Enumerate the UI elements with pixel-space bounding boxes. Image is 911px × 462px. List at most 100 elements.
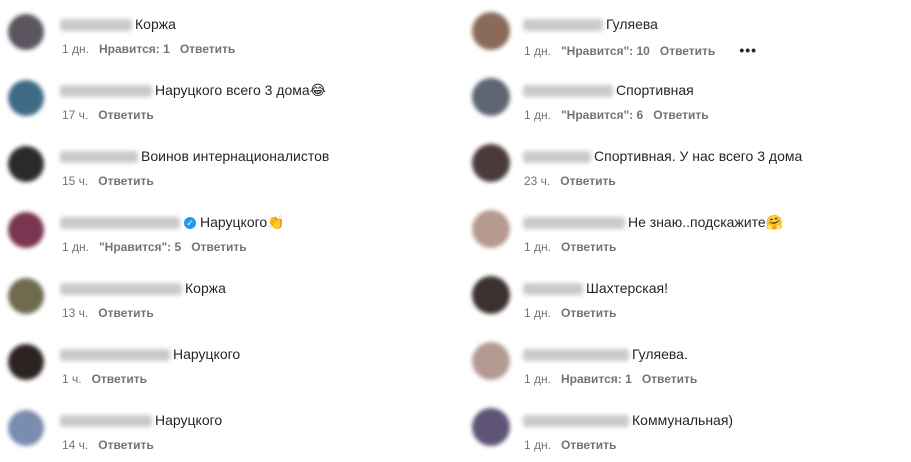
- comment-line: Спортивная. У нас всего 3 дома: [523, 147, 802, 165]
- username-blurred[interactable]: [60, 151, 138, 164]
- comment-line: Воинов интернационалистов: [60, 147, 329, 165]
- comment-text: Спортивная. У нас всего 3 дома: [594, 148, 803, 164]
- comment-item: Наруцкого всего 3 дома😂 17 ч. Ответить: [0, 72, 440, 132]
- username-blurred[interactable]: [523, 19, 603, 32]
- comment-meta: 1 дн. "Нравится": 5 Ответить: [62, 240, 257, 254]
- reply-button[interactable]: Ответить: [660, 44, 715, 58]
- reply-button[interactable]: Ответить: [653, 108, 708, 122]
- comment-line: Коммунальная): [523, 411, 733, 429]
- username-blurred[interactable]: [60, 415, 152, 428]
- likes-count[interactable]: Нравится: 1: [99, 42, 170, 56]
- comment-item: Гуляева. 1 дн. Нравится: 1 Ответить: [462, 336, 902, 396]
- username-blurred[interactable]: [523, 85, 613, 98]
- comment-text: Гуляева: [606, 16, 658, 32]
- reply-button[interactable]: Ответить: [98, 306, 153, 320]
- comment-line: Спортивная: [523, 81, 694, 99]
- reply-button[interactable]: Ответить: [98, 108, 153, 122]
- avatar[interactable]: [472, 276, 510, 314]
- comment-time[interactable]: 1 ч.: [62, 372, 82, 386]
- reply-button[interactable]: Ответить: [98, 174, 153, 188]
- comment-line: Коржа: [60, 279, 226, 297]
- username-blurred[interactable]: [523, 349, 629, 362]
- comment-text: Наруцкого: [155, 412, 223, 428]
- comment-item: Коржа 1 дн. Нравится: 1 Ответить: [0, 6, 440, 66]
- comment-text: Воинов интернационалистов: [141, 148, 330, 164]
- avatar[interactable]: [8, 344, 44, 380]
- username-blurred[interactable]: [60, 349, 170, 362]
- likes-count[interactable]: "Нравится": 6: [561, 108, 643, 122]
- comment-meta: 1 дн. Ответить: [524, 438, 626, 452]
- comment-time[interactable]: 1 дн.: [524, 44, 551, 58]
- comment-item: Гуляева 1 дн. "Нравится": 10 Ответить •••: [462, 6, 902, 66]
- comment-text: Наруцкого всего 3 дома😂: [155, 82, 327, 98]
- avatar[interactable]: [8, 278, 44, 314]
- comment-time[interactable]: 1 дн.: [62, 42, 89, 56]
- comment-meta: 1 дн. Ответить: [524, 306, 626, 320]
- username-blurred[interactable]: [60, 85, 152, 98]
- avatar[interactable]: [8, 14, 44, 50]
- comment-time[interactable]: 13 ч.: [62, 306, 88, 320]
- more-options-icon[interactable]: •••: [739, 42, 757, 58]
- comment-text: Наруцкого: [173, 346, 241, 362]
- username-blurred[interactable]: [523, 415, 629, 428]
- comment-time[interactable]: 1 дн.: [524, 438, 551, 452]
- verified-badge-icon: ✓: [184, 217, 196, 230]
- comment-time[interactable]: 1 дн.: [524, 240, 551, 254]
- reply-button[interactable]: Ответить: [561, 306, 616, 320]
- comment-line: Не знаю..подскажите🤗: [523, 213, 783, 231]
- comment-time[interactable]: 1 дн.: [524, 372, 551, 386]
- username-blurred[interactable]: [60, 283, 182, 296]
- avatar[interactable]: [8, 410, 44, 446]
- comment-line: ✓ Наруцкого👏: [60, 213, 285, 231]
- avatar[interactable]: [472, 408, 510, 446]
- comment-time[interactable]: 15 ч.: [62, 174, 88, 188]
- comment-time[interactable]: 1 дн.: [524, 108, 551, 122]
- comment-text: Спортивная: [616, 82, 694, 98]
- comment-item: ✓ Наруцкого👏 1 дн. "Нравится": 5 Ответить: [0, 204, 440, 264]
- avatar[interactable]: [472, 342, 510, 380]
- comment-text: Коммунальная): [632, 412, 734, 428]
- reply-button[interactable]: Ответить: [180, 42, 235, 56]
- avatar[interactable]: [8, 212, 44, 248]
- comment-item: Воинов интернационалистов 15 ч. Ответить: [0, 138, 440, 198]
- comment-item: Спортивная. У нас всего 3 дома 23 ч. Ответ…: [462, 138, 902, 198]
- comment-time[interactable]: 17 ч.: [62, 108, 88, 122]
- avatar[interactable]: [472, 144, 510, 182]
- comment-text: Гуляева.: [632, 346, 688, 362]
- username-blurred[interactable]: [523, 283, 583, 296]
- likes-count[interactable]: "Нравится": 10: [561, 44, 650, 58]
- reply-button[interactable]: Ответить: [561, 438, 616, 452]
- reply-button[interactable]: Ответить: [561, 240, 616, 254]
- comment-item: Наруцкого 1 ч. Ответить: [0, 336, 440, 396]
- comment-item: Наруцкого 14 ч. Ответить: [0, 402, 440, 462]
- comment-line: Наруцкого: [60, 345, 240, 363]
- reply-button[interactable]: Ответить: [560, 174, 615, 188]
- reply-button[interactable]: Ответить: [642, 372, 697, 386]
- reply-button[interactable]: Ответить: [191, 240, 246, 254]
- username-blurred[interactable]: [523, 151, 591, 164]
- comment-time[interactable]: 14 ч.: [62, 438, 88, 452]
- comment-item: Не знаю..подскажите🤗 1 дн. Ответить: [462, 204, 902, 264]
- reply-button[interactable]: Ответить: [98, 438, 153, 452]
- comment-item: Коммунальная) 1 дн. Ответить: [462, 402, 902, 462]
- comment-line: Коржа: [60, 15, 176, 33]
- likes-count[interactable]: Нравится: 1: [561, 372, 632, 386]
- comment-time[interactable]: 1 дн.: [62, 240, 89, 254]
- avatar[interactable]: [8, 80, 44, 116]
- comment-line: Наруцкого: [60, 411, 222, 429]
- reply-button[interactable]: Ответить: [92, 372, 147, 386]
- username-blurred[interactable]: [523, 217, 625, 230]
- comment-time[interactable]: 1 дн.: [524, 306, 551, 320]
- username-blurred[interactable]: [60, 19, 132, 32]
- avatar[interactable]: [8, 146, 44, 182]
- comment-item: Коржа 13 ч. Ответить: [0, 270, 440, 330]
- comment-time[interactable]: 23 ч.: [524, 174, 550, 188]
- comment-meta: 13 ч. Ответить: [62, 306, 164, 320]
- avatar[interactable]: [472, 12, 510, 50]
- comment-text: Не знаю..подскажите🤗: [628, 214, 784, 230]
- avatar[interactable]: [472, 78, 510, 116]
- avatar[interactable]: [472, 210, 510, 248]
- comment-meta: 1 дн. Ответить: [524, 240, 626, 254]
- username-blurred[interactable]: [60, 217, 180, 230]
- likes-count[interactable]: "Нравится": 5: [99, 240, 181, 254]
